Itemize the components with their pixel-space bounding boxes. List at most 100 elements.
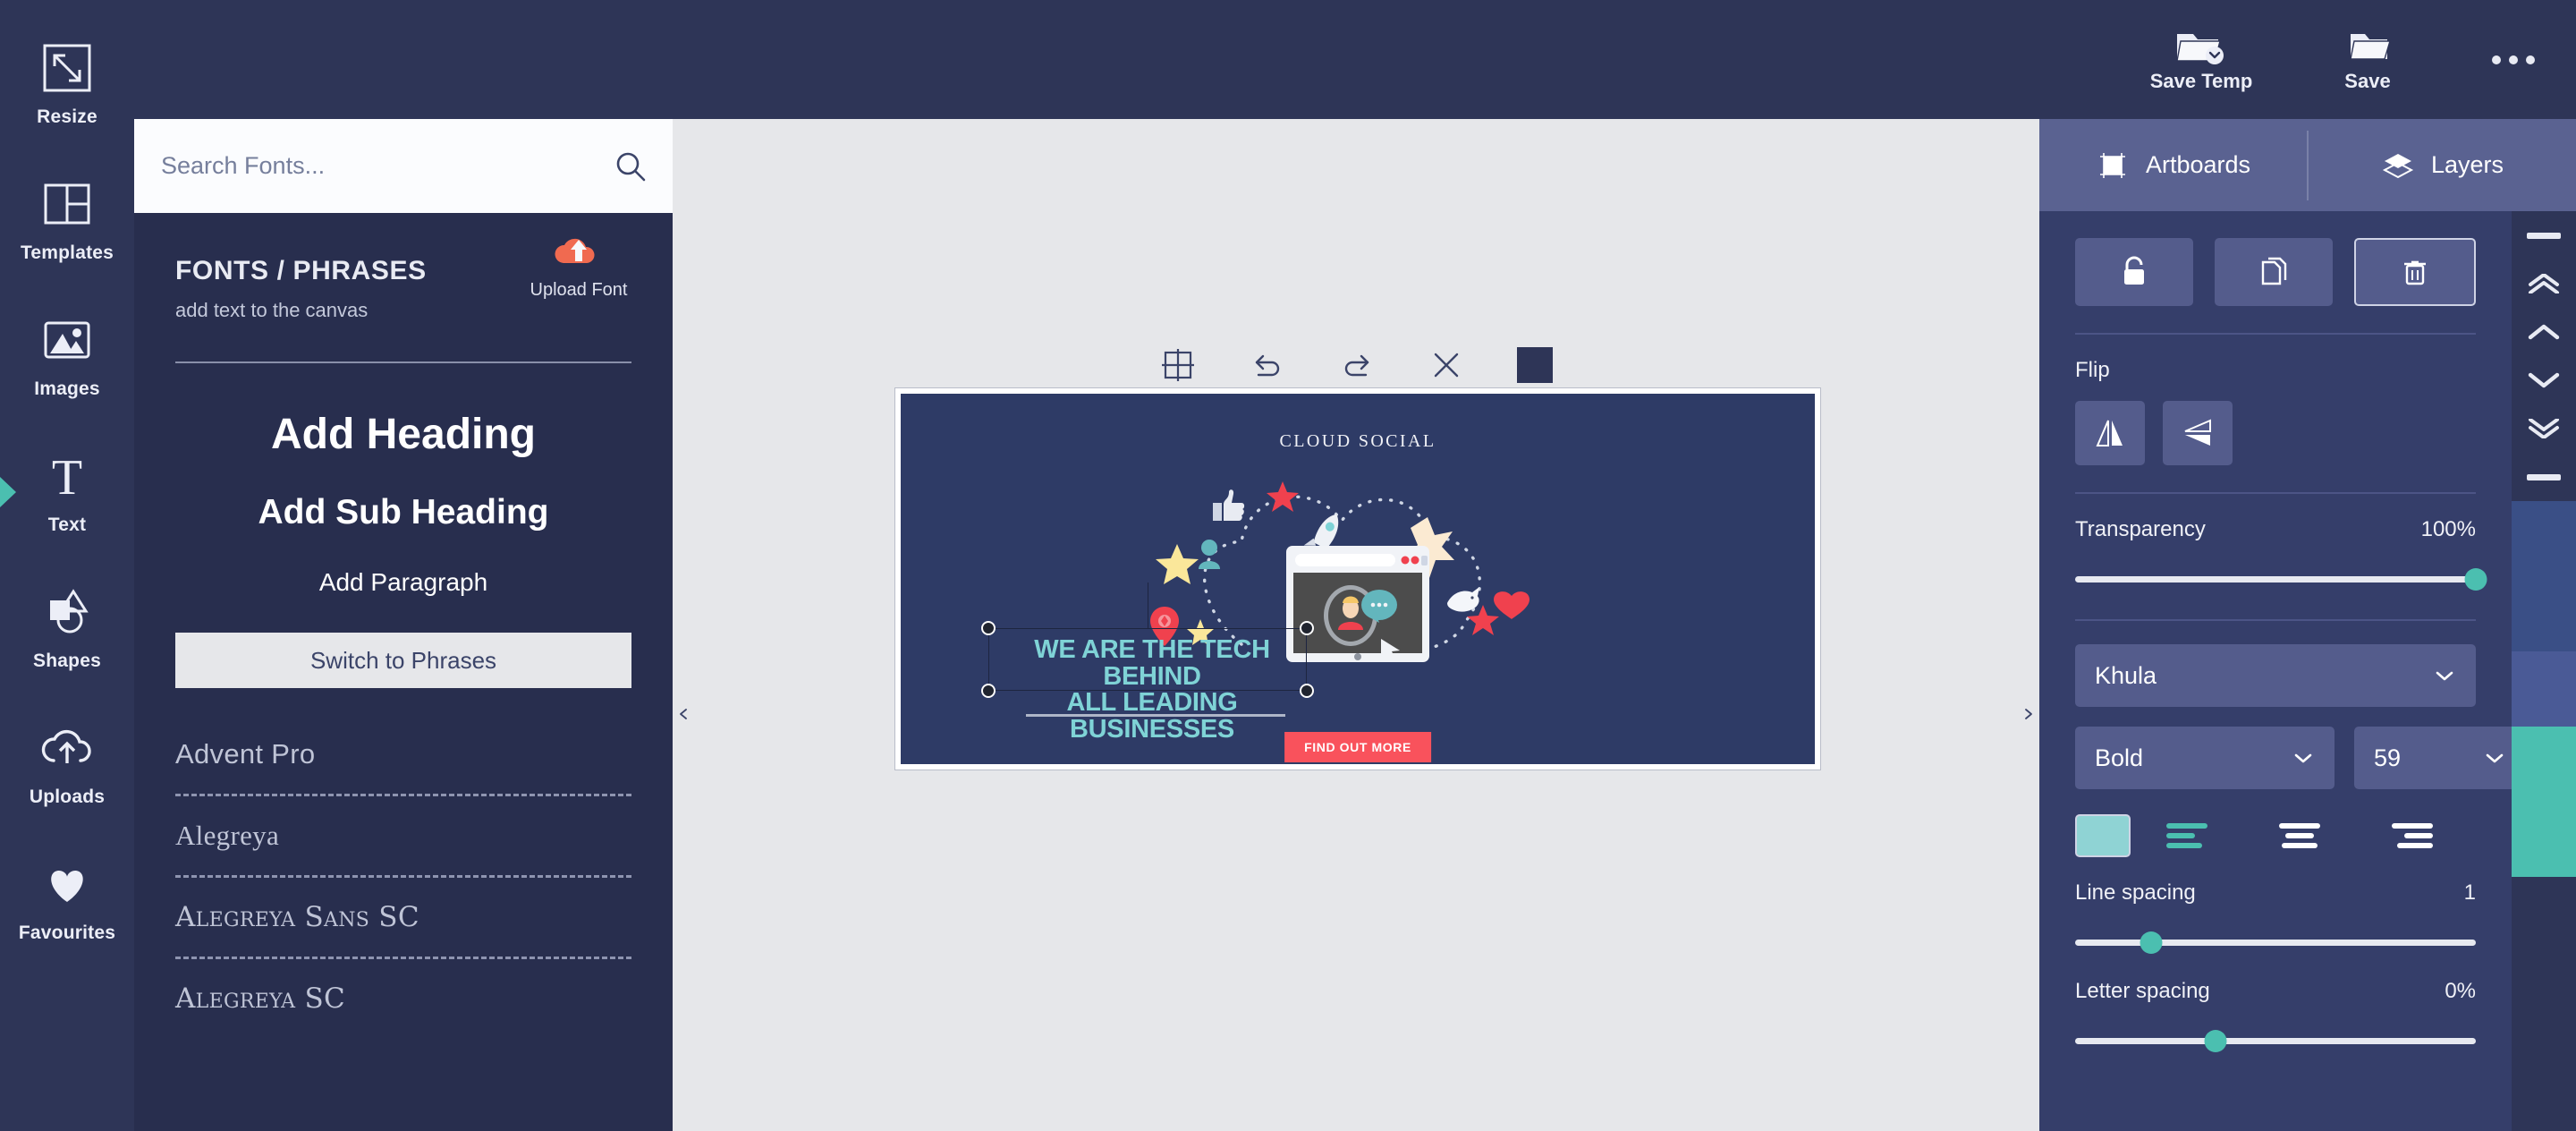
flip-vertical-button[interactable] xyxy=(2163,401,2233,465)
artboard[interactable]: CLOUD SOCIAL WE ARE THE TECH BEHIND ALL … xyxy=(894,387,1821,770)
layer-swatch[interactable] xyxy=(2512,802,2576,877)
close-icon[interactable] xyxy=(1428,346,1465,384)
sidebar-item-favourites[interactable]: Favourites xyxy=(0,832,134,968)
tab-artboards[interactable]: Artboards xyxy=(2039,119,2307,211)
right-panel: Save Temp Save Artboards Layers Flip Tra… xyxy=(0,0,2576,1131)
sidebar-item-uploads[interactable]: Uploads xyxy=(0,696,134,832)
search-icon[interactable] xyxy=(614,149,648,183)
list-item[interactable]: Alegreya Sans SC xyxy=(175,878,631,959)
align-center-icon xyxy=(2279,823,2320,848)
sidebar-item-text[interactable]: T Text xyxy=(0,424,134,560)
divider xyxy=(175,794,631,796)
sidebar-item-label: Uploads xyxy=(29,787,106,807)
letter-spacing-row: Letter spacing 0% xyxy=(2075,979,2476,1004)
flip-horizontal-button[interactable] xyxy=(2075,401,2145,465)
add-subheading-button[interactable]: Add Sub Heading xyxy=(175,493,631,532)
lock-icon xyxy=(2124,256,2144,285)
search-input[interactable] xyxy=(161,152,590,180)
line-spacing-row: Line spacing 1 xyxy=(2075,880,2476,906)
letter-spacing-label: Letter spacing xyxy=(2075,979,2210,1003)
sidebar-item-resize[interactable]: Resize xyxy=(0,16,134,152)
font-size-select[interactable]: 59 xyxy=(2354,727,2526,789)
text-color-swatch[interactable] xyxy=(2075,814,2131,857)
layer-swatch[interactable] xyxy=(2512,651,2576,727)
move-to-top-button[interactable] xyxy=(2512,211,2576,259)
layer-swatch[interactable] xyxy=(2512,501,2576,576)
bar-bottom-icon xyxy=(2527,473,2561,480)
align-right-button[interactable] xyxy=(2356,814,2469,857)
move-down-all-button[interactable] xyxy=(2512,404,2576,453)
more-options-icon xyxy=(2492,55,2535,64)
design-headline[interactable]: WE ARE THE TECH BEHIND ALL LEADING BUSIN… xyxy=(994,635,1310,743)
undo-icon[interactable] xyxy=(1249,346,1286,384)
collapse-right-panel-button[interactable] xyxy=(2016,682,2039,746)
font-name[interactable]: Alegreya xyxy=(175,820,631,875)
app-root: Resize Templates Images T Text Shapes Up… xyxy=(0,0,2576,1131)
layer-swatch[interactable] xyxy=(2512,576,2576,651)
line-spacing-slider[interactable] xyxy=(2075,929,2476,956)
design-cta-button[interactable]: FIND OUT MORE xyxy=(1284,732,1431,762)
double-chevron-down-icon xyxy=(2529,419,2559,438)
templates-icon xyxy=(44,183,90,225)
design-canvas[interactable]: CLOUD SOCIAL WE ARE THE TECH BEHIND ALL … xyxy=(901,394,1815,764)
trash-icon xyxy=(2404,260,2426,285)
font-name[interactable]: Alegreya SC xyxy=(175,982,631,1038)
duplicate-button[interactable] xyxy=(2215,238,2333,306)
collapse-left-panel-button[interactable] xyxy=(673,682,696,746)
font-name[interactable]: Advent Pro xyxy=(175,738,631,794)
save-folder-icon xyxy=(2350,33,2391,60)
grid-icon[interactable] xyxy=(1159,346,1197,384)
save-label: Save xyxy=(2344,69,2391,92)
move-up-all-button[interactable] xyxy=(2512,259,2576,308)
chevron-right-icon xyxy=(2025,709,2032,719)
sidebar-item-templates[interactable]: Templates xyxy=(0,152,134,288)
transparency-slider[interactable] xyxy=(2075,566,2487,592)
divider xyxy=(175,361,631,363)
font-family-select[interactable]: Khula xyxy=(2075,644,2476,707)
save-temp-button[interactable]: Save Temp xyxy=(2118,0,2284,119)
lock-button[interactable] xyxy=(2075,238,2193,306)
top-bar: Save Temp Save xyxy=(0,0,2576,119)
sidebar-item-label: Templates xyxy=(20,242,114,263)
selection-handle-top-left[interactable] xyxy=(981,621,996,635)
font-name[interactable]: Alegreya Sans SC xyxy=(175,901,631,957)
divider xyxy=(2075,333,2476,335)
flip-horizontal-icon xyxy=(2096,420,2123,446)
layer-swatch[interactable] xyxy=(2512,727,2576,802)
slider-knob[interactable] xyxy=(2140,931,2163,954)
upload-font-button[interactable]: Upload Font xyxy=(521,233,637,301)
save-button[interactable]: Save xyxy=(2284,0,2451,119)
sidebar-item-images[interactable]: Images xyxy=(0,288,134,424)
list-item[interactable]: Alegreya xyxy=(175,796,631,878)
tab-layers[interactable]: Layers xyxy=(2309,119,2576,211)
letter-spacing-slider[interactable] xyxy=(2075,1027,2476,1054)
transparency-row: Transparency 100% xyxy=(2075,517,2476,542)
delete-button[interactable] xyxy=(2354,238,2476,306)
bar-top-icon xyxy=(2527,232,2561,239)
redo-icon[interactable] xyxy=(1338,346,1376,384)
selection-handle-top-right[interactable] xyxy=(1300,621,1314,635)
align-left-button[interactable] xyxy=(2131,814,2243,857)
chevron-down-icon xyxy=(2294,753,2312,763)
font-family-value: Khula xyxy=(2095,661,2157,689)
design-headline-line1: WE ARE THE TECH BEHIND xyxy=(1034,635,1270,691)
line-spacing-label: Line spacing xyxy=(2075,880,2196,905)
list-item[interactable]: Alegreya SC xyxy=(175,959,631,1038)
add-heading-button[interactable]: Add Heading xyxy=(175,410,631,459)
sidebar-item-shapes[interactable]: Shapes xyxy=(0,560,134,696)
add-paragraph-button[interactable]: Add Paragraph xyxy=(175,568,631,597)
canvas-area: CLOUD SOCIAL WE ARE THE TECH BEHIND ALL … xyxy=(673,119,2039,1131)
align-center-button[interactable] xyxy=(2243,814,2356,857)
list-item[interactable]: Advent Pro xyxy=(175,715,631,796)
letter-spacing-value: 0% xyxy=(2445,979,2476,1003)
font-weight-select[interactable]: Bold xyxy=(2075,727,2334,789)
move-down-button[interactable] xyxy=(2512,356,2576,404)
slider-knob[interactable] xyxy=(2464,568,2487,591)
move-to-bottom-button[interactable] xyxy=(2512,453,2576,501)
move-up-button[interactable] xyxy=(2512,308,2576,356)
canvas-color-swatch[interactable] xyxy=(1517,347,1553,383)
slider-knob[interactable] xyxy=(2204,1030,2227,1052)
switch-to-phrases-button[interactable]: Switch to Phrases xyxy=(175,633,631,688)
active-indicator-arrow xyxy=(0,477,16,507)
more-options-button[interactable] xyxy=(2451,0,2576,119)
